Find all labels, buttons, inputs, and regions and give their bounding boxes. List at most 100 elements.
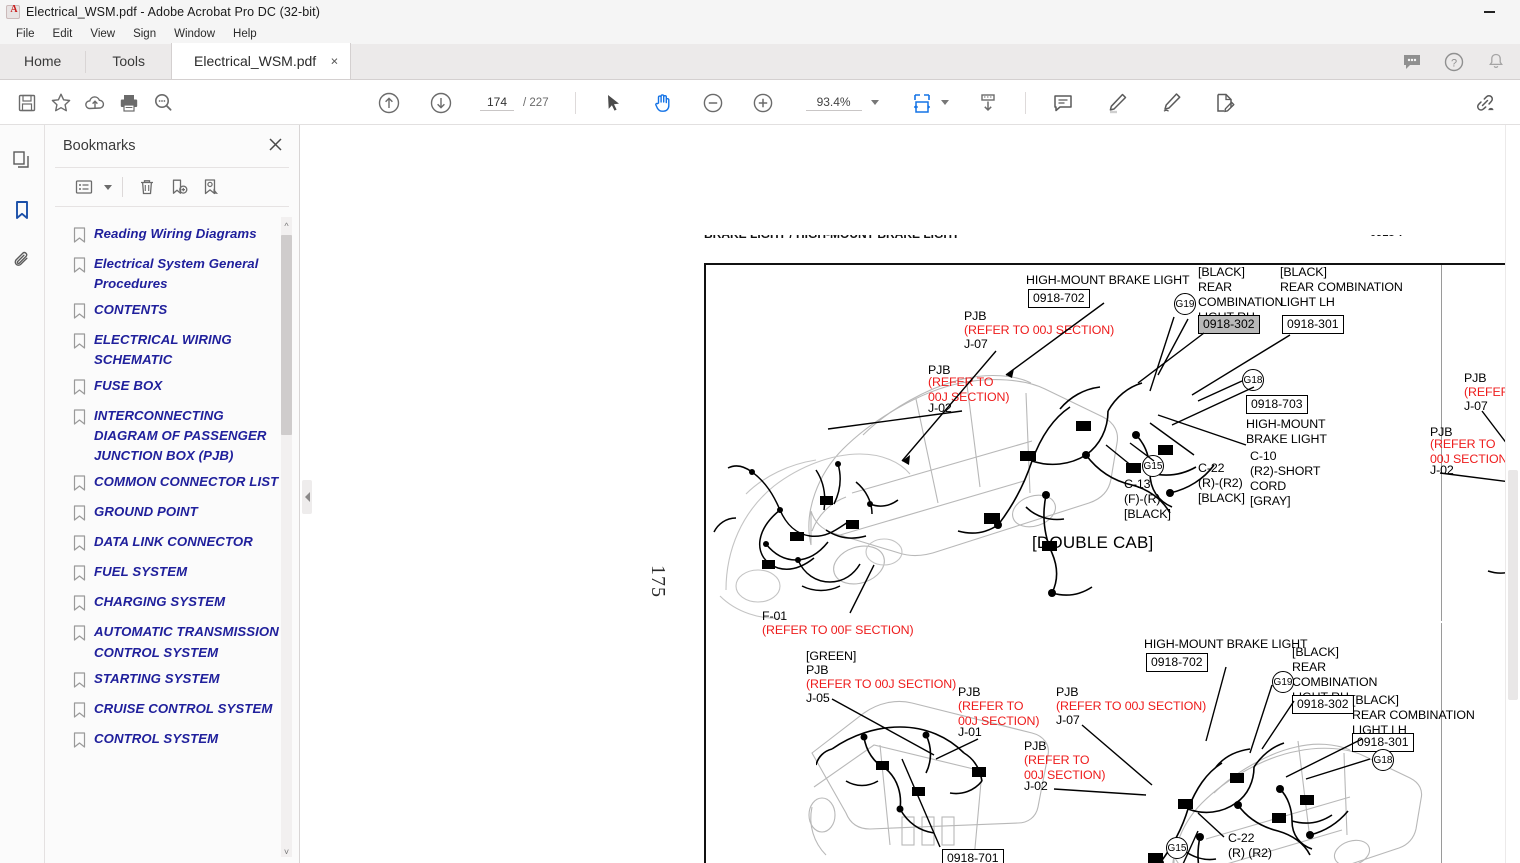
bookmarks-panel: Bookmarks Reading Wiring Diagrams Electr… — [45, 125, 300, 863]
save-icon[interactable] — [10, 87, 44, 119]
bookmark-icon — [73, 475, 86, 496]
chevron-down-icon[interactable] — [870, 100, 879, 105]
pen-draw-icon[interactable] — [1154, 87, 1188, 119]
bookmark-item[interactable]: CHARGING SYSTEM — [45, 589, 300, 619]
bookmark-icon — [73, 625, 86, 646]
bookmarks-scrollbar-thumb[interactable] — [281, 235, 292, 435]
bookmarks-toolbar — [55, 167, 289, 207]
bookmark-item[interactable]: COMMON CONNECTOR LIST — [45, 469, 300, 499]
fit-width-icon[interactable] — [905, 87, 939, 119]
options-list-icon[interactable] — [69, 174, 99, 200]
collapse-panel-icon[interactable] — [302, 480, 312, 514]
bookmark-item[interactable]: CONTROL SYSTEM — [45, 726, 300, 756]
comment-bubble-icon[interactable] — [1402, 52, 1422, 72]
bookmark-item[interactable]: FUSE BOX — [45, 373, 300, 403]
search-icon[interactable] — [146, 87, 180, 119]
bookmark-item[interactable]: CRUISE CONTROL SYSTEM — [45, 696, 300, 726]
page-number-gutter: 175 — [647, 565, 669, 598]
cursor-arrow-icon[interactable] — [596, 87, 630, 119]
bookmark-label: DATA LINK CONNECTOR — [94, 534, 253, 550]
title-bar: Electrical_WSM.pdf - Adobe Acrobat Pro D… — [0, 0, 1520, 24]
menu-item-help[interactable]: Help — [224, 24, 266, 44]
bookmark-item[interactable]: GROUND POINT — [45, 499, 300, 529]
bookmark-label: FUEL SYSTEM — [94, 564, 188, 580]
bookmark-item[interactable]: ELECTRICAL WIRING SCHEMATIC — [45, 327, 300, 373]
next-page-button[interactable] — [424, 87, 458, 119]
bookmark-item[interactable]: AUTOMATIC TRANSMISSION CONTROL SYSTEM — [45, 619, 300, 665]
bookmark-label: Reading Wiring Diagrams — [94, 226, 257, 241]
bookmark-icon — [73, 303, 86, 324]
bookmark-icon — [73, 595, 86, 616]
page-scroll-icon[interactable] — [971, 87, 1005, 119]
bookmark-item[interactable]: STARTING SYSTEM — [45, 666, 300, 696]
find-bookmark-icon[interactable] — [196, 174, 226, 200]
page-thumbnails-icon[interactable] — [9, 147, 35, 173]
regular-cab-diagram: [GREEN] PJB (REFER TO 00J SECTION) J-05 … — [806, 637, 1475, 863]
attachments-icon[interactable] — [9, 247, 35, 273]
svg-text:?: ? — [1451, 58, 1457, 70]
main-toolbar: 174 / 227 93.4% — [0, 81, 1520, 125]
minimize-button[interactable] — [1476, 2, 1502, 22]
fit-options-chevron-icon[interactable] — [940, 100, 949, 105]
bookmarks-icon[interactable] — [9, 197, 54, 223]
document-scrollbar-track[interactable] — [1505, 125, 1520, 863]
bookmark-label: INTERCONNECTING DIAGRAM OF PASSENGER JUN… — [94, 408, 267, 464]
options-chevron-icon[interactable] — [104, 184, 112, 190]
tab-strip: Home Tools Electrical_WSM.pdf × — [0, 43, 1520, 80]
delete-bookmark-icon[interactable] — [132, 174, 162, 200]
fill-and-sign-icon[interactable] — [1208, 87, 1242, 119]
tab-document[interactable]: Electrical_WSM.pdf × — [171, 43, 352, 79]
bookmark-label: COMMON CONNECTOR LIST — [94, 474, 279, 490]
document-scrollbar-thumb[interactable] — [1508, 470, 1518, 700]
help-question-icon[interactable]: ? — [1444, 52, 1464, 72]
notification-bell-icon[interactable] — [1486, 52, 1506, 72]
zoom-level-input[interactable]: 93.4% — [805, 95, 862, 111]
chevron-up-icon[interactable]: ^ — [281, 219, 292, 233]
bookmarks-list[interactable]: Reading Wiring Diagrams Electrical Syste… — [45, 211, 300, 863]
bookmark-icon — [73, 505, 86, 526]
zoom-in-button[interactable] — [746, 87, 780, 119]
cloud-upload-icon[interactable] — [78, 87, 112, 119]
bookmark-label: AUTOMATIC TRANSMISSION CONTROL SYSTEM — [94, 624, 279, 660]
tab-tools[interactable]: Tools — [86, 43, 171, 79]
menu-item-file[interactable]: File — [7, 24, 44, 44]
double-cab-leader-lines — [827, 302, 1291, 614]
menu-bar: File Edit View Sign Window Help — [0, 24, 1520, 44]
star-icon[interactable] — [44, 87, 78, 119]
prev-page-button[interactable] — [372, 87, 406, 119]
new-bookmark-icon[interactable] — [164, 174, 194, 200]
bookmark-item[interactable]: CONTENTS — [45, 297, 300, 327]
current-page-input[interactable]: 174 — [480, 95, 514, 111]
share-link-icon[interactable] — [1468, 87, 1502, 119]
toolbar-divider-2 — [1024, 91, 1026, 114]
bookmark-item[interactable]: Electrical System General Procedures — [45, 251, 300, 297]
bookmark-label: CONTROL SYSTEM — [94, 730, 219, 746]
bookmark-icon — [73, 535, 86, 556]
bookmark-item[interactable]: Reading Wiring Diagrams — [45, 221, 300, 251]
acrobat-logo-icon — [6, 4, 21, 19]
print-icon[interactable] — [112, 87, 146, 119]
bookmark-item[interactable]: FUEL SYSTEM — [45, 559, 300, 589]
menu-item-sign[interactable]: Sign — [124, 24, 165, 44]
bookmark-icon — [73, 409, 86, 430]
document-view[interactable]: BRAKE LIGHT / HIGH-MOUNT BRAKE LIGHT 091… — [301, 125, 1520, 863]
hand-icon[interactable] — [646, 87, 680, 119]
zoom-out-button[interactable] — [696, 87, 730, 119]
comment-icon[interactable] — [1046, 87, 1080, 119]
navigation-rail — [0, 125, 54, 863]
menu-item-view[interactable]: View — [81, 24, 124, 44]
highlighter-icon[interactable] — [1100, 87, 1134, 119]
menu-item-window[interactable]: Window — [165, 24, 224, 44]
bookmark-item[interactable]: DATA LINK CONNECTOR — [45, 529, 300, 559]
chevron-down-icon[interactable]: ˅ — [281, 845, 292, 859]
bookmark-icon — [73, 565, 86, 586]
tab-home[interactable]: Home — [0, 43, 85, 79]
bookmark-label: FUSE BOX — [94, 378, 163, 394]
label-f01-ref: (REFER TO 00F SECTION) — [762, 623, 914, 637]
close-icon[interactable] — [268, 137, 283, 156]
bookmark-item[interactable]: INTERCONNECTING DIAGRAM OF PASSENGER JUN… — [45, 403, 300, 469]
menu-item-edit[interactable]: Edit — [44, 24, 82, 44]
bookmarks-title: Bookmarks — [63, 138, 136, 154]
bookmark-icon — [73, 227, 86, 248]
tab-close-icon[interactable]: × — [331, 55, 339, 68]
